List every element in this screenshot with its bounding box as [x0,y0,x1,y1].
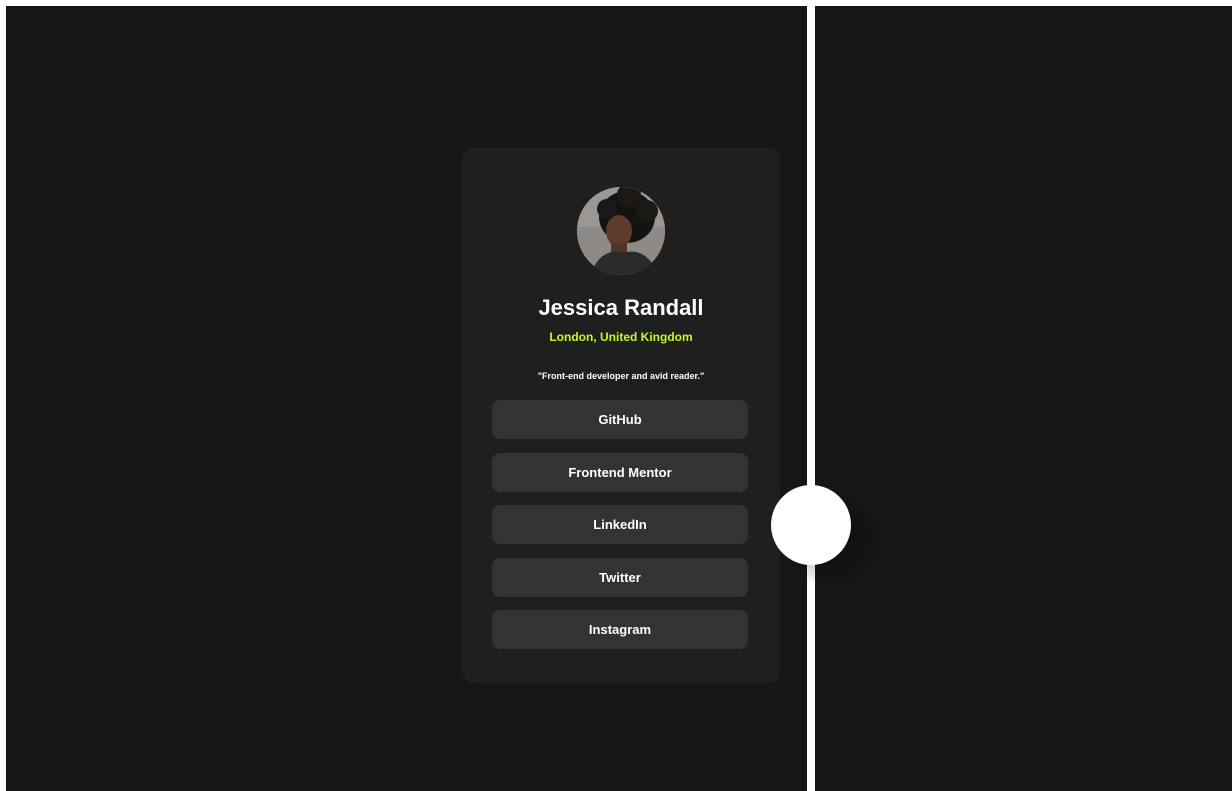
profile-location: London, United Kingdom [549,330,693,344]
frontend-mentor-link-button[interactable]: Frontend Mentor [492,452,748,492]
avatar-photo-icon [577,187,665,275]
github-link-button[interactable]: GitHub [492,400,748,439]
profile-bio: "Front-end developer and avid reader." [537,371,705,381]
profile-card: Jessica Randall London, United Kingdom "… [462,148,780,683]
instagram-link-button[interactable]: Instagram [492,610,748,649]
linkedin-link-button[interactable]: LinkedIn [492,505,748,544]
comparison-slider-handle[interactable] [771,485,851,565]
social-links-list: GitHub Frontend Mentor LinkedIn Twitter … [492,400,748,663]
comparison-stage: Jessica Randall London, United Kingdom "… [6,6,1232,791]
twitter-link-button[interactable]: Twitter [492,557,748,597]
profile-name: Jessica Randall [538,295,704,320]
comparison-divider[interactable] [807,6,815,791]
profile-avatar [577,187,665,275]
